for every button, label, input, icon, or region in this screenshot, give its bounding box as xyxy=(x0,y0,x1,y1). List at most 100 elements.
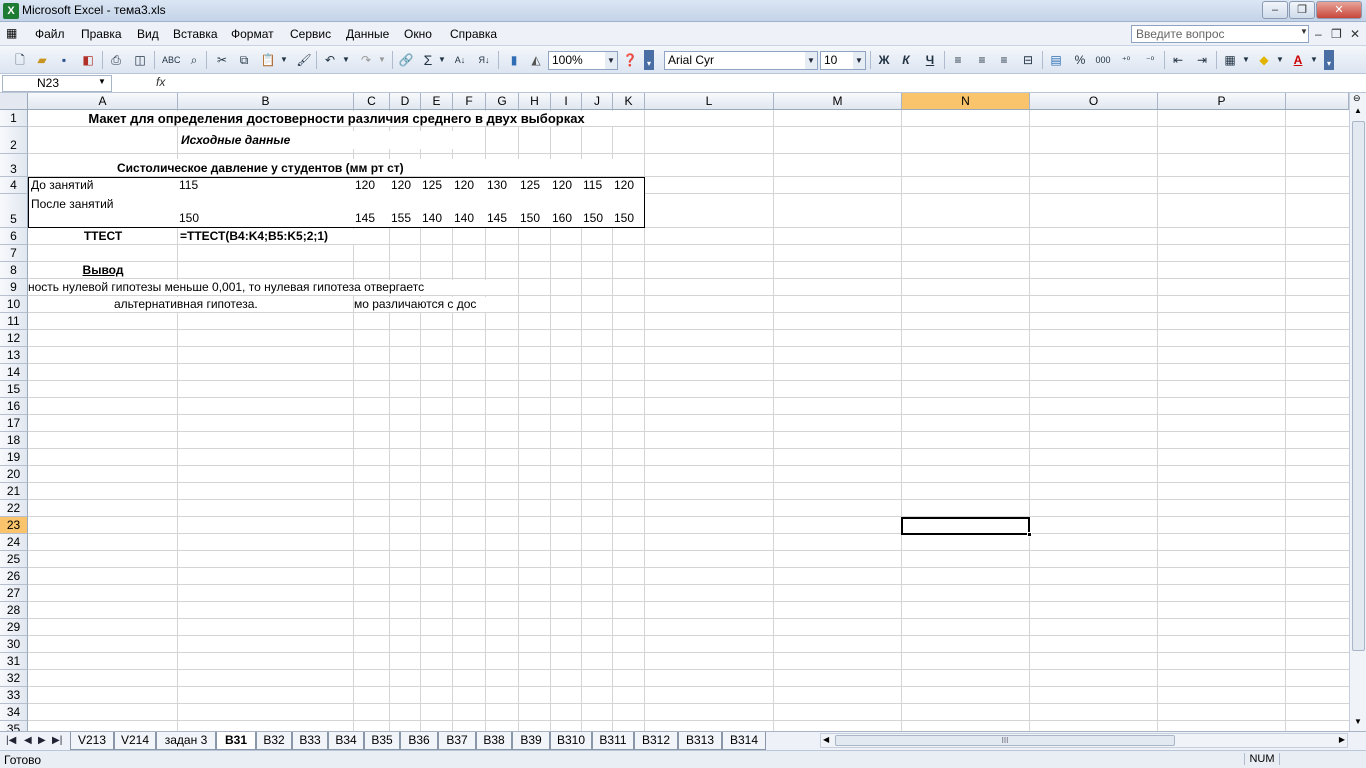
row-header-4[interactable]: 4 xyxy=(0,177,28,194)
name-box-dropdown-icon[interactable]: ▼ xyxy=(98,77,106,86)
ttest-label-cell[interactable]: ТТЕСТ xyxy=(29,229,177,244)
sort-descending-icon[interactable]: Я↓ xyxy=(476,52,492,68)
next-sheet-icon[interactable]: ▶ xyxy=(38,735,46,746)
column-header-g[interactable]: G xyxy=(486,93,519,110)
sheet-tab-v31[interactable]: В31 xyxy=(216,732,256,750)
font-size-dropdown-icon[interactable]: ▼ xyxy=(853,52,865,69)
sheet-tab-v37[interactable]: В37 xyxy=(438,732,476,750)
borders-dropdown-icon[interactable]: ▼ xyxy=(1242,52,1250,68)
before-value-b4[interactable]: 115 xyxy=(177,177,354,194)
row-header-27[interactable]: 27 xyxy=(0,585,28,602)
after-value-b5[interactable]: 150 xyxy=(177,193,354,228)
sheet-tab-v35[interactable]: В35 xyxy=(364,732,400,750)
column-header-h[interactable]: H xyxy=(519,93,551,110)
before-value-g4[interactable]: 130 xyxy=(485,177,519,194)
copy-icon[interactable]: ⧉ xyxy=(236,52,252,68)
menu-insert[interactable]: Вставка xyxy=(173,27,218,41)
row-header-22[interactable]: 22 xyxy=(0,500,28,517)
row-header-7[interactable]: 7 xyxy=(0,245,28,262)
prev-sheet-icon[interactable]: ◀ xyxy=(24,735,32,746)
row-header-23[interactable]: 23 xyxy=(0,517,28,534)
row-header-3[interactable]: 3 xyxy=(0,154,28,177)
increase-decimal-icon[interactable]: ⁺⁰ xyxy=(1118,52,1134,68)
print-preview-icon[interactable]: ◫ xyxy=(132,52,148,68)
align-center-icon[interactable]: ≡ xyxy=(974,52,990,68)
row-header-35[interactable]: 35 xyxy=(0,721,28,731)
sheet-tab-v34[interactable]: В34 xyxy=(328,732,364,750)
row-header-32[interactable]: 32 xyxy=(0,670,28,687)
zoom-select[interactable]: 100% ▼ xyxy=(548,51,618,70)
new-document-icon[interactable]: 🗋 xyxy=(12,52,28,68)
row-header-16[interactable]: 16 xyxy=(0,398,28,415)
toolbar-options-icon-2[interactable]: ▾ xyxy=(1324,50,1334,70)
last-sheet-icon[interactable]: ▶| xyxy=(52,735,62,746)
help-question-input[interactable]: Введите вопрос xyxy=(1131,25,1309,43)
row-header-14[interactable]: 14 xyxy=(0,364,28,381)
sheet-tab-v39[interactable]: В39 xyxy=(512,732,550,750)
row-header-18[interactable]: 18 xyxy=(0,432,28,449)
column-header-f[interactable]: F xyxy=(453,93,486,110)
column-header-m[interactable]: M xyxy=(774,93,902,110)
ttest-formula-cell[interactable]: =ТТЕСТ(B4:K4;B5:K5;2;1) xyxy=(178,229,385,244)
merge-center-icon[interactable]: ⊟ xyxy=(1020,52,1036,68)
after-value-g5[interactable]: 145 xyxy=(485,193,519,228)
sheet-tab-v313[interactable]: В313 xyxy=(678,732,722,750)
row-header-24[interactable]: 24 xyxy=(0,534,28,551)
row-header-11[interactable]: 11 xyxy=(0,313,28,330)
undo-dropdown-icon[interactable]: ▼ xyxy=(342,52,350,68)
bold-button[interactable]: Ж xyxy=(876,52,892,68)
after-value-i5[interactable]: 160 xyxy=(550,193,582,228)
format-painter-icon[interactable]: 🖌 xyxy=(296,52,312,68)
selected-cell-n23[interactable] xyxy=(901,517,1032,537)
font-size-select[interactable]: 10 ▼ xyxy=(820,51,866,70)
row-header-28[interactable]: 28 xyxy=(0,602,28,619)
chart-wizard-icon[interactable]: ▮ xyxy=(506,52,522,68)
insert-function-icon[interactable]: fx xyxy=(156,75,165,89)
font-color-dropdown-icon[interactable]: ▼ xyxy=(1310,52,1318,68)
before-value-d4[interactable]: 120 xyxy=(389,177,421,194)
after-value-e5[interactable]: 140 xyxy=(420,193,453,228)
horizontal-scroll-thumb[interactable]: III xyxy=(835,735,1175,746)
before-label-cell[interactable]: До занятий xyxy=(28,177,178,194)
after-value-f5[interactable]: 140 xyxy=(452,193,486,228)
doc-restore-button[interactable]: ❐ xyxy=(1331,27,1342,41)
vertical-scroll-thumb[interactable] xyxy=(1352,121,1365,651)
font-color-icon[interactable]: A xyxy=(1290,52,1306,68)
decrease-decimal-icon[interactable]: ⁻⁰ xyxy=(1142,52,1158,68)
column-header-e[interactable]: E xyxy=(421,93,453,110)
row-header-13[interactable]: 13 xyxy=(0,347,28,364)
help-dropdown-icon[interactable]: ▼ xyxy=(1300,27,1308,36)
formula-input[interactable] xyxy=(170,74,1364,92)
table-title-cell[interactable]: Систолическое давление у студентов (мм р… xyxy=(29,159,644,176)
paste-dropdown-icon[interactable]: ▼ xyxy=(280,52,288,68)
vertical-scrollbar[interactable]: ⊖ ▲ ▼ xyxy=(1349,93,1366,733)
hyperlink-icon[interactable]: 🔗 xyxy=(398,52,414,68)
cut-icon[interactable]: ✂ xyxy=(214,52,230,68)
close-window-button[interactable]: ✕ xyxy=(1316,1,1362,19)
sort-ascending-icon[interactable]: A↓ xyxy=(452,52,468,68)
sheet-tab-v36[interactable]: В36 xyxy=(400,732,438,750)
fill-handle[interactable] xyxy=(1027,532,1032,537)
thousands-separator-button[interactable]: 000 xyxy=(1092,52,1114,68)
row-header-20[interactable]: 20 xyxy=(0,466,28,483)
row-header-9[interactable]: 9 xyxy=(0,279,28,296)
document-icon[interactable]: ▦ xyxy=(6,26,17,40)
redo-icon[interactable]: ↷ xyxy=(358,52,374,68)
autosum-icon[interactable]: Σ xyxy=(420,52,436,68)
column-header-c[interactable]: C xyxy=(354,93,390,110)
menu-help[interactable]: Справка xyxy=(450,27,497,41)
menu-file[interactable]: Файл xyxy=(35,27,65,41)
spelling-icon[interactable]: ABC xyxy=(162,52,181,68)
increase-indent-icon[interactable]: ⇥ xyxy=(1194,52,1210,68)
row-header-12[interactable]: 12 xyxy=(0,330,28,347)
before-value-h4[interactable]: 125 xyxy=(518,177,551,194)
sheet-tab-v213[interactable]: V213 xyxy=(70,732,114,750)
horizontal-scrollbar[interactable]: ◀ III ▶ xyxy=(820,733,1348,748)
menu-window[interactable]: Окно xyxy=(404,27,432,41)
row-header-31[interactable]: 31 xyxy=(0,653,28,670)
menu-format[interactable]: Формат xyxy=(231,27,274,41)
after-value-d5[interactable]: 155 xyxy=(389,193,421,228)
column-header-i[interactable]: I xyxy=(551,93,582,110)
toolbar-options-icon[interactable]: ▾ xyxy=(644,50,654,70)
borders-icon[interactable]: ▦ xyxy=(1222,52,1238,68)
